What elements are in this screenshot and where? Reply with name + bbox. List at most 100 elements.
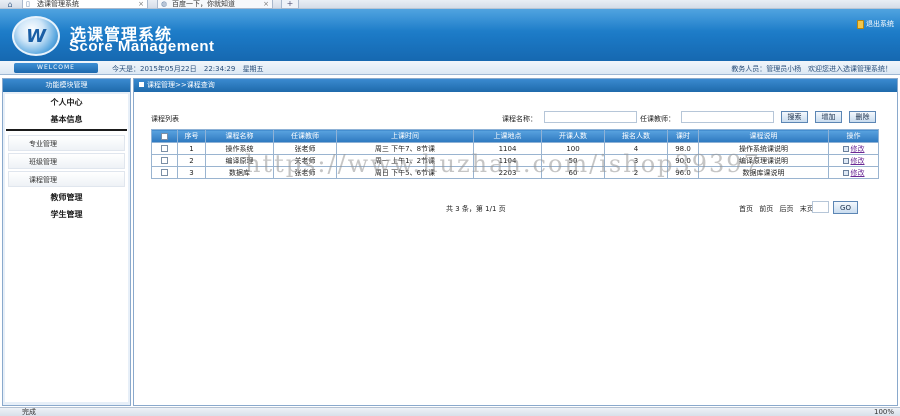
greeting: 欢迎您进入选课管理系统！ (808, 65, 892, 73)
teacher-label: 任课教师： (640, 115, 675, 123)
cell-enrolled: 2 (604, 166, 668, 179)
close-icon[interactable]: × (263, 0, 269, 8)
cell-name: 操作系统 (205, 142, 274, 155)
delete-button[interactable]: 删除 (849, 111, 876, 123)
cell-hours: 90.0 (667, 154, 699, 167)
cell-op: 修改 (828, 142, 879, 155)
browser-tab-baidu[interactable]: ◍ 百度一下，你就知道 × (157, 0, 273, 9)
cell-hours: 96.0 (667, 166, 699, 179)
edit-link[interactable]: 修改 (851, 145, 865, 153)
cell-no: 1 (177, 142, 206, 155)
course-table: 序号 课程名称 任课教师 上课时间 上课地点 开课人数 报名人数 课时 课程说明… (151, 129, 879, 179)
row-checkbox[interactable] (161, 157, 168, 164)
column-header: 课程名称 (205, 129, 274, 143)
tab-label: 百度一下，你就知道 (172, 0, 235, 8)
row-select-cell (151, 142, 178, 155)
new-tab-button[interactable]: + (281, 0, 299, 9)
cell-no: 3 (177, 166, 206, 179)
list-title: 课程列表 (151, 115, 179, 123)
zoom-level[interactable]: 100% (874, 408, 894, 416)
logo-letter: W (26, 26, 46, 47)
divider (6, 129, 127, 131)
sidebar-item-course[interactable]: 课程管理 (8, 171, 125, 187)
pagination: 共 3 条，第 1/1 页 首页 前页 后页 末页 GO (151, 201, 878, 217)
sidebar: 功能模块管理 个人中心 基本信息 专业管理 班级管理 课程管理 教师管理 学生管… (2, 78, 131, 406)
page-icon: ▯ (26, 0, 30, 8)
weekday: 星期五 (242, 65, 264, 73)
cell-capacity: 50 (541, 154, 605, 167)
edit-link[interactable]: 修改 (851, 169, 865, 177)
edit-icon (842, 157, 849, 164)
cell-enrolled: 4 (604, 142, 668, 155)
cell-teacher: 张老师 (273, 142, 337, 155)
sidebar-item-major[interactable]: 专业管理 (8, 135, 125, 151)
today-label: 今天是：2015年05月22日 (112, 65, 197, 73)
pager-info: 共 3 条，第 1/1 页 (446, 205, 506, 213)
column-header: 上课地点 (473, 129, 542, 143)
cell-op: 修改 (828, 154, 879, 167)
cell-desc: 操作系统课说明 (698, 142, 829, 155)
close-icon[interactable]: × (138, 0, 144, 8)
cell-place: 1104 (473, 142, 542, 155)
edit-link[interactable]: 修改 (851, 157, 865, 165)
first-page-link[interactable]: 首页 (739, 205, 753, 213)
column-header: 课程说明 (698, 129, 829, 143)
column-header: 开课人数 (541, 129, 605, 143)
row-select-cell (151, 166, 178, 179)
column-header: 操作 (828, 129, 879, 143)
sidebar-item-teacher[interactable]: 教师管理 (5, 189, 128, 206)
breadcrumb-icon (139, 82, 144, 87)
select-all-cell (151, 129, 178, 143)
logo-icon: W (12, 16, 60, 56)
main-panel: 课程管理>>课程查询 课程列表 课程名称： 任课教师： 搜索 增加 删除 序号 … (133, 78, 898, 406)
sidebar-item-class[interactable]: 班级管理 (8, 153, 125, 169)
row-select-cell (151, 154, 178, 167)
cell-desc: 数据库课说明 (698, 166, 829, 179)
next-page-link[interactable]: 后页 (779, 205, 793, 213)
course-name-input[interactable] (544, 111, 637, 123)
app-title-en: Score Management (69, 38, 215, 55)
browser-tab-bar: ⌂ ▯ 选课管理系统 × ◍ 百度一下，你就知道 × + (0, 0, 900, 9)
sidebar-item-basic-info[interactable]: 基本信息 (5, 111, 128, 128)
search-button[interactable]: 搜索 (781, 111, 808, 123)
cell-teacher: 关老师 (273, 154, 337, 167)
edit-icon (842, 145, 849, 152)
select-all-checkbox[interactable] (161, 132, 168, 140)
cell-time: 周日 下午5、6节课 (336, 166, 474, 179)
logout-button[interactable]: 退出系统 (857, 19, 894, 29)
add-button[interactable]: 增加 (815, 111, 842, 123)
baidu-icon: ◍ (161, 0, 168, 8)
browser-status-text: 完成 (22, 408, 36, 416)
page-number-input[interactable] (812, 201, 829, 213)
logout-label: 退出系统 (866, 20, 894, 28)
sidebar-item-personal[interactable]: 个人中心 (5, 94, 128, 111)
table-row: 2 编译原理 关老师 周一 上午1、2节课 1104 50 3 90.0 编译原… (151, 154, 879, 167)
sidebar-header: 功能模块管理 (3, 79, 130, 92)
cell-place: 2203 (473, 166, 542, 179)
column-header: 序号 (177, 129, 206, 143)
table-row: 3 数据库 张老师 周日 下午5、6节课 2203 60 2 96.0 数据库课… (151, 166, 879, 179)
user-info: 教务人员：管理员小杨 欢迎您进入选课管理系统！ (731, 64, 892, 74)
cell-hours: 98.0 (667, 142, 699, 155)
home-icon[interactable]: ⌂ (3, 0, 17, 9)
breadcrumb: 课程管理>>课程查询 (134, 79, 897, 92)
teacher-input[interactable] (681, 111, 774, 123)
go-button[interactable]: GO (833, 201, 858, 214)
cell-no: 2 (177, 154, 206, 167)
row-checkbox[interactable] (161, 145, 168, 152)
cell-desc: 编译原理课说明 (698, 154, 829, 167)
sidebar-menu: 个人中心 基本信息 专业管理 班级管理 课程管理 教师管理 学生管理 (5, 94, 128, 402)
prev-page-link[interactable]: 前页 (759, 205, 773, 213)
user-role: 教务人员：管理员小杨 (731, 65, 802, 73)
cell-teacher: 张老师 (273, 166, 337, 179)
search-toolbar: 课程列表 课程名称： 任课教师： 搜索 增加 删除 (151, 109, 881, 125)
row-checkbox[interactable] (161, 169, 168, 176)
current-time: 22:34:29 (203, 65, 236, 73)
cell-capacity: 100 (541, 142, 605, 155)
cell-time: 周三 下午7、8节课 (336, 142, 474, 155)
cell-op: 修改 (828, 166, 879, 179)
column-header: 课时 (667, 129, 699, 143)
browser-tab-course-system[interactable]: ▯ 选课管理系统 × (22, 0, 148, 9)
sidebar-item-student[interactable]: 学生管理 (5, 206, 128, 223)
breadcrumb-text: 课程管理>>课程查询 (147, 81, 215, 89)
